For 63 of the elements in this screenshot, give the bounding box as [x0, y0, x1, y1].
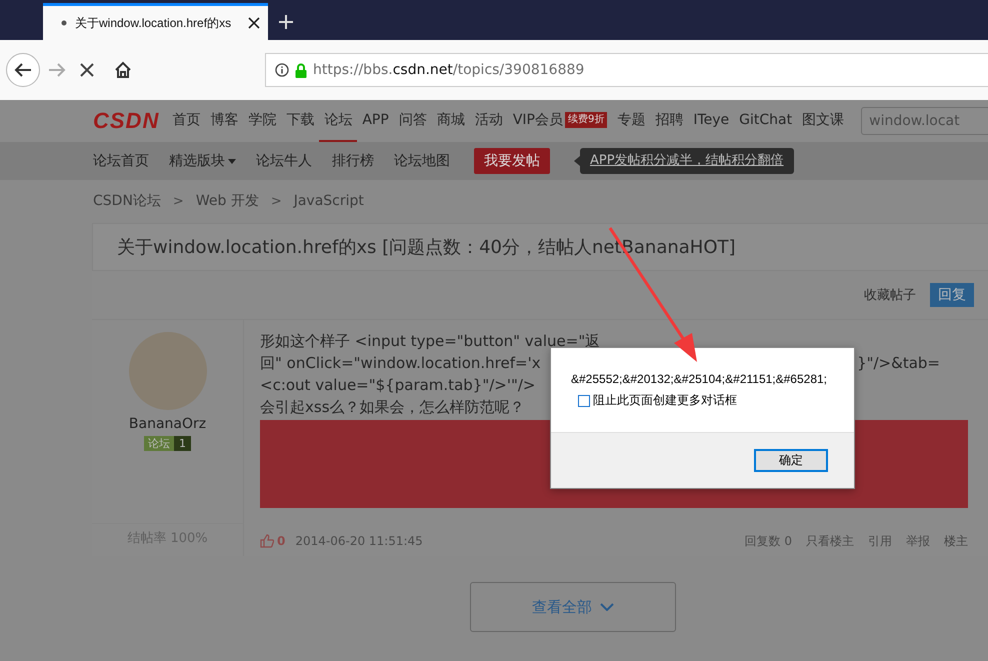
nav-link[interactable]: GitChat — [734, 100, 798, 142]
nav-link[interactable]: 图文课 — [797, 100, 850, 142]
breadcrumb-link[interactable]: Web 开发 — [196, 192, 259, 210]
plus-icon[interactable] — [278, 14, 294, 30]
nav-link[interactable]: APP — [357, 100, 394, 142]
nav-link[interactable]: 博客 — [205, 100, 244, 142]
subnav-link[interactable]: 排行榜 — [332, 152, 374, 170]
promo-badge: 续费9折 — [564, 112, 608, 128]
chevron-down-icon — [600, 603, 614, 611]
nav-link[interactable]: 问答 — [394, 100, 432, 142]
info-icon — [275, 63, 289, 77]
tip-tooltip[interactable]: APP发帖积分减半，结帖积分翻倍 — [580, 148, 794, 174]
nav-link[interactable]: 学院 — [243, 100, 282, 142]
new-post-button[interactable]: 我要发帖 — [474, 148, 550, 174]
back-button[interactable] — [6, 53, 40, 87]
breadcrumb-link[interactable]: JavaScript — [294, 193, 364, 209]
nav-link[interactable]: ITeye — [688, 100, 734, 142]
thumbs-up-icon — [260, 534, 274, 548]
padlock-icon — [295, 62, 307, 78]
nav-link[interactable]: 专题 — [612, 100, 650, 142]
checkbox[interactable] — [578, 394, 590, 406]
browser-tab[interactable]: 关于window.location.href的xs — [43, 3, 268, 40]
breadcrumb-separator: > — [270, 194, 282, 208]
nav-link[interactable]: 招聘 — [650, 100, 688, 142]
username[interactable]: BananaOrz — [128, 416, 206, 432]
post-action-link[interactable]: 引用 — [868, 532, 892, 550]
favorite-link[interactable]: 收藏帖子 — [864, 286, 916, 304]
dialog-message: &#25552;&#20132;&#25104;&#21151;&#65281; — [571, 372, 828, 386]
nav-link[interactable]: VIP会员 续费9折 — [508, 100, 612, 142]
nav-link[interactable]: 下载 — [281, 100, 320, 142]
url-text: https://bbs.csdn.net/topics/390816889 — [313, 62, 584, 78]
post-text: 会引起xss么？如果会，怎么样防范呢？ — [260, 397, 525, 418]
subnav-link[interactable]: 精选版块 — [169, 152, 236, 170]
home-icon[interactable] — [114, 61, 132, 79]
ok-button[interactable]: 确定 — [754, 449, 828, 472]
post-action-link[interactable]: 楼主 — [944, 532, 968, 550]
post-action-link[interactable]: 举报 — [906, 532, 930, 550]
nav-link[interactable]: 商城 — [432, 100, 470, 142]
reply-count: 回复数 0 — [744, 532, 792, 550]
post-action-link[interactable]: 只看楼主 — [806, 532, 854, 550]
caret-icon — [228, 158, 236, 164]
breadcrumb-separator: > — [172, 194, 184, 208]
search-field[interactable]: window.locat — [861, 107, 988, 135]
site-logo[interactable]: CSDN — [93, 108, 160, 134]
nav-link[interactable]: 活动 — [470, 100, 508, 142]
close-icon[interactable] — [248, 17, 260, 29]
subnav-link[interactable]: 论坛牛人 — [256, 152, 312, 170]
dot-icon — [61, 20, 67, 26]
post-text: }"/>&tab= — [857, 353, 940, 374]
nav-link[interactable]: 首页 — [167, 100, 206, 142]
arrow-left-icon — [14, 62, 32, 78]
post-text: 形如这个样子 <input type="button" value="返 — [260, 331, 600, 352]
address-bar[interactable]: https://bbs.csdn.net/topics/390816889 — [265, 53, 988, 87]
post-text: 回" onClick="window.location.href='x — [260, 353, 541, 374]
subnav-link[interactable]: 论坛地图 — [394, 152, 450, 170]
checkbox-label[interactable]: 阻止此页面创建更多对话框 — [593, 392, 737, 409]
post-text: <c:out value="${param.tab}"/>'"/> — [260, 375, 536, 396]
breadcrumb-link[interactable]: CSDN论坛 — [93, 192, 161, 210]
stop-icon[interactable] — [80, 63, 94, 77]
tooltip-pointer-icon — [574, 156, 580, 166]
reply-button[interactable]: 回复 — [930, 283, 974, 307]
subnav-link[interactable]: 论坛首页 — [93, 152, 149, 170]
post-date: 2014-06-20 11:51:45 — [295, 534, 423, 548]
